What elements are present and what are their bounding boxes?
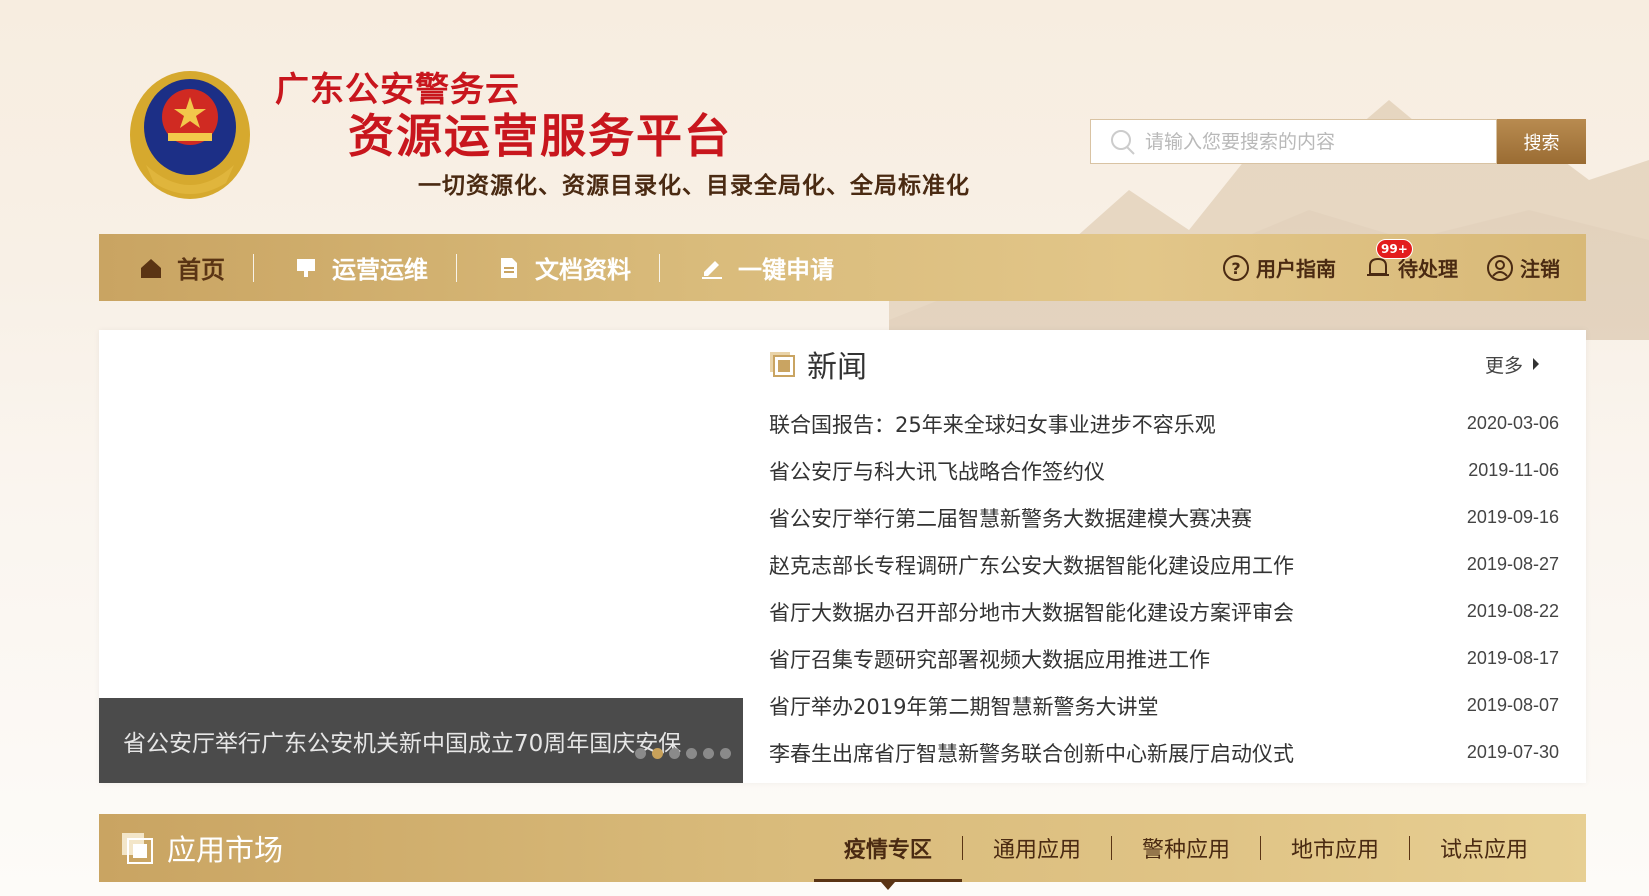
apply-icon [702, 260, 722, 279]
news-carousel[interactable]: 省公安厅举行广东公安机关新中国成立70周年国庆安保 [99, 330, 743, 783]
news-item-date: 2019-08-17 [1466, 648, 1559, 668]
search-icon [1111, 129, 1135, 155]
carousel-dot[interactable] [652, 748, 663, 759]
news-item-date: 2019-11-06 [1468, 460, 1559, 480]
content-card: 省公安厅举行广东公安机关新中国成立70周年国庆安保 新闻 更多 联合国报告：25… [99, 330, 1586, 783]
nav-item-operations[interactable]: 运营运维 [254, 253, 456, 284]
main-nav: 首页 运营运维 文档资料 一键申请 ? 用户指南 99+ 待处理 注销 [99, 234, 1586, 301]
more-link[interactable]: 更多 [1485, 351, 1539, 378]
news-item-title: 省厅大数据办召开部分地市大数据智能化建设方案评审会 [769, 600, 1294, 625]
home-icon [141, 258, 161, 278]
news-item-date: 2019-08-07 [1466, 695, 1559, 715]
logout-link[interactable]: 注销 [1486, 253, 1560, 282]
news-item-title: 联合国报告：25年来全球妇女事业进步不容乐观 [769, 412, 1216, 437]
news-item[interactable]: 省厅举办2019年第二期智慧新警务大讲堂 2019-08-07 [769, 682, 1559, 729]
news-item-title: 赵克志部长专程调研广东公安大数据智能化建设应用工作 [769, 553, 1294, 578]
news-item[interactable]: 省厅召集专题研究部署视频大数据应用推进工作 2019-08-17 [769, 635, 1559, 682]
news-item[interactable]: 赵克志部长专程调研广东公安大数据智能化建设应用工作 2019-08-27 [769, 541, 1559, 588]
carousel-dot[interactable] [669, 748, 680, 759]
news-item-date: 2019-09-16 [1466, 507, 1559, 527]
slogan: 一切资源化、资源目录化、目录全局化、全局标准化 [418, 173, 970, 199]
news-item-title: 省厅举办2019年第二期智慧新警务大讲堂 [769, 694, 1159, 719]
news-section: 新闻 更多 联合国报告：25年来全球妇女事业进步不容乐观 2020-03-06 省公… [769, 330, 1569, 783]
app-market-tabs: 疫情专区 通用应用 警种应用 地市应用 试点应用 [813, 814, 1586, 890]
app-market-title: 应用市场 [167, 833, 284, 867]
nav-item-label: 运营运维 [332, 256, 428, 284]
news-title: 新闻 [807, 350, 867, 385]
logout-label: 注销 [1520, 257, 1560, 281]
search-input[interactable] [1145, 130, 1485, 153]
header: 广东公安警务云 资源运营服务平台 一切资源化、资源目录化、目录全局化、全局标准化… [0, 0, 1649, 230]
news-item-title: 李春生出席省厅智慧新警务联合创新中心新展厅启动仪式 [769, 741, 1294, 766]
nav-item-apply[interactable]: 一键申请 [660, 253, 862, 284]
news-item-date: 2019-07-30 [1466, 742, 1559, 762]
svg-text:?: ? [1231, 259, 1240, 278]
search-box [1090, 119, 1497, 164]
user-guide-link[interactable]: ? 用户指南 [1222, 253, 1336, 282]
question-circle-icon: ? [1223, 254, 1249, 281]
more-label: 更多 [1484, 354, 1523, 377]
carousel-dots [635, 748, 731, 759]
police-emblem-icon [130, 71, 250, 199]
news-item[interactable]: 省公安厅举行第二届智慧新警务大数据建模大赛决赛 2019-09-16 [769, 494, 1559, 541]
operations-icon [297, 258, 315, 277]
news-item[interactable]: 李春生出席省厅智慧新警务联合创新中心新展厅启动仪式 2019-07-30 [769, 729, 1559, 776]
app-market-tab[interactable]: 试点应用 [1410, 814, 1558, 882]
news-section-icon [770, 352, 795, 377]
news-item-title: 省厅召集专题研究部署视频大数据应用推进工作 [769, 647, 1210, 672]
search-button[interactable]: 搜索 [1497, 119, 1586, 164]
carousel-dot[interactable] [720, 748, 731, 759]
caret-right-icon [1533, 358, 1539, 370]
app-market-bar: 应用市场 疫情专区 通用应用 警种应用 地市应用 试点应用 [99, 814, 1586, 890]
app-market-icon [122, 833, 153, 864]
app-market-tab[interactable]: 通用应用 [963, 814, 1111, 882]
pending-badge: 99+ [1376, 239, 1413, 259]
news-item-title: 省公安厅举行第二届智慧新警务大数据建模大赛决赛 [769, 506, 1252, 531]
carousel-dot[interactable] [635, 748, 646, 759]
nav-item-documents[interactable]: 文档资料 [457, 253, 659, 284]
news-item-title: 省公安厅与科大讯飞战略合作签约仪 [769, 459, 1105, 484]
carousel-dot[interactable] [686, 748, 697, 759]
app-market-tab[interactable]: 地市应用 [1261, 814, 1409, 882]
news-list: 联合国报告：25年来全球妇女事业进步不容乐观 2020-03-06 省公安厅与科大讯… [769, 400, 1559, 776]
news-item[interactable]: 省厅大数据办召开部分地市大数据智能化建设方案评审会 2019-08-22 [769, 588, 1559, 635]
nav-item-home[interactable]: 首页 [99, 253, 253, 284]
carousel-caption-text: 省公安厅举行广东公安机关新中国成立70周年国庆安保 [123, 731, 682, 757]
news-header: 新闻 更多 [769, 344, 1569, 385]
news-item[interactable]: 联合国报告：25年来全球妇女事业进步不容乐观 2020-03-06 [769, 400, 1559, 447]
nav-item-label: 一键申请 [738, 256, 834, 284]
news-item-date: 2020-03-06 [1466, 413, 1559, 433]
pending-link[interactable]: 99+ 待处理 [1364, 239, 1458, 282]
nav-item-label: 文档资料 [535, 256, 631, 284]
page-title: 资源运营服务平台 [348, 109, 732, 163]
nav-right-group: ? 用户指南 99+ 待处理 注销 [1194, 239, 1586, 282]
news-item-date: 2019-08-22 [1466, 601, 1559, 621]
document-icon [501, 257, 517, 278]
carousel-caption: 省公安厅举行广东公安机关新中国成立70周年国庆安保 [99, 698, 743, 783]
news-item-date: 2019-08-27 [1466, 554, 1559, 574]
user-circle-icon [1487, 254, 1513, 281]
app-market-tab[interactable]: 警种应用 [1112, 814, 1260, 882]
nav-item-label: 首页 [177, 256, 225, 284]
app-market-tab[interactable]: 疫情专区 [813, 814, 962, 890]
news-item[interactable]: 省公安厅与科大讯飞战略合作签约仪 2019-11-06 [769, 447, 1559, 494]
carousel-dot[interactable] [703, 748, 714, 759]
user-guide-label: 用户指南 [1256, 257, 1336, 281]
